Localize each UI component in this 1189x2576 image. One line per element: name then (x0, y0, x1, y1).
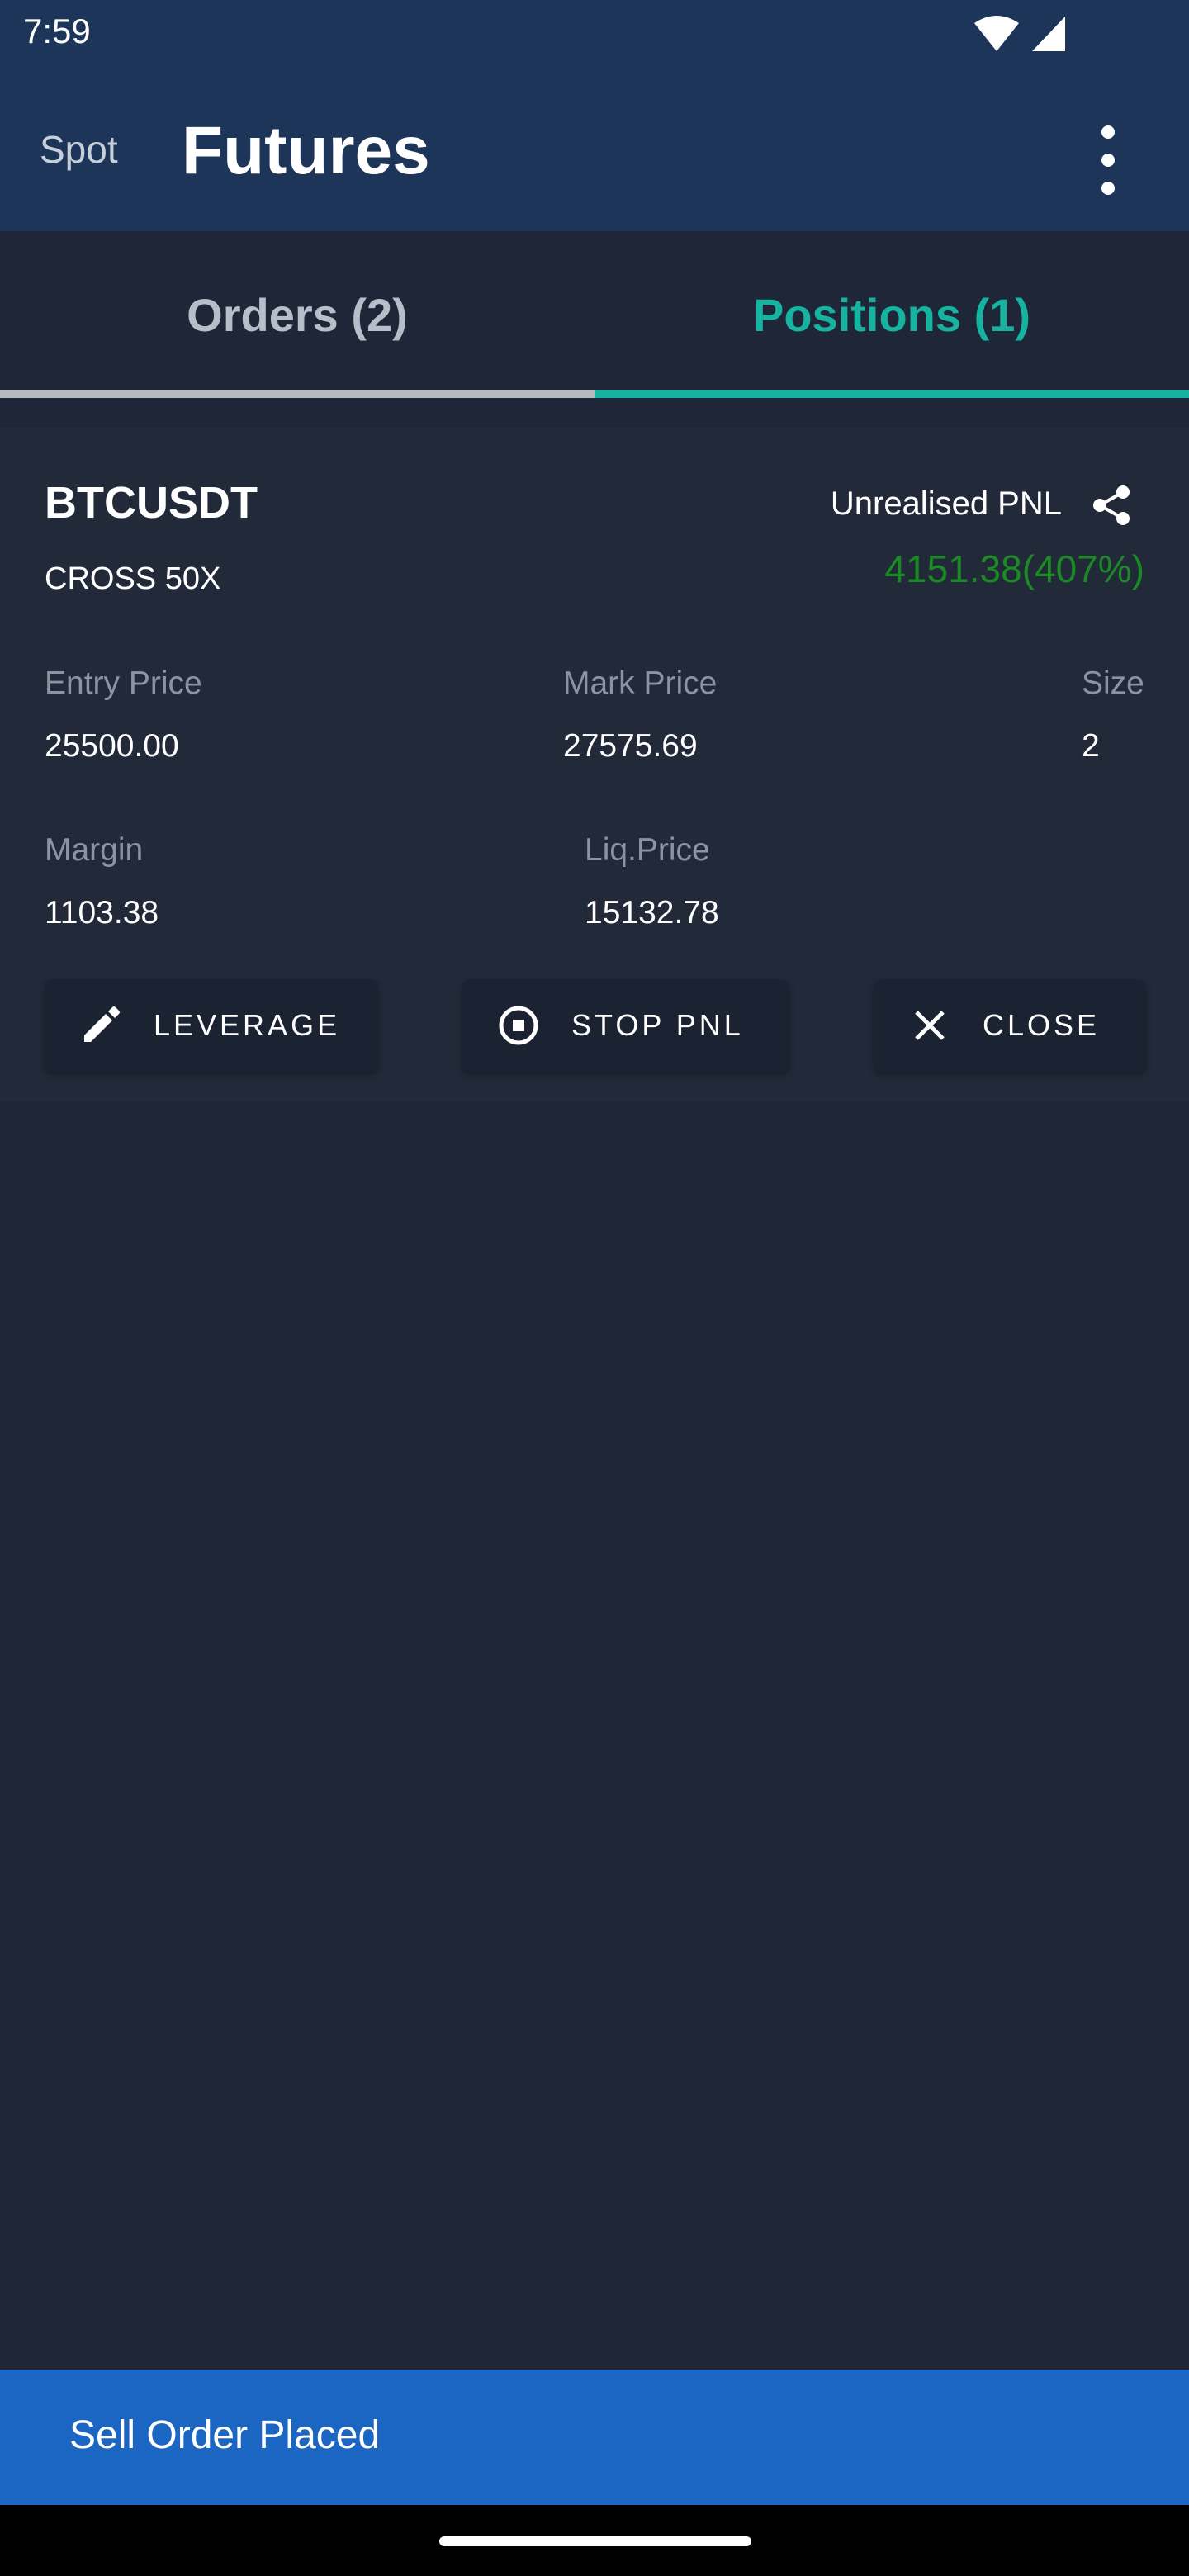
status-bar: 7:59 (0, 0, 1189, 69)
close-label: CLOSE (983, 1008, 1101, 1042)
position-card: BTCUSDT CROSS 50X Unrealised PNL 4151.38… (0, 428, 1189, 1101)
pencil-icon (78, 1002, 124, 1049)
size-value: 2 (1082, 728, 1100, 764)
position-symbol: BTCUSDT (45, 478, 258, 528)
tab-positions-indicator (594, 390, 1189, 398)
mark-price-value: 27575.69 (563, 728, 698, 764)
share-icon[interactable] (1088, 482, 1135, 528)
stop-pnl-label: STOP PNL (571, 1008, 744, 1042)
leverage-label: LEVERAGE (154, 1008, 341, 1042)
margin-label: Margin (45, 832, 144, 868)
wifi-icon (974, 16, 1019, 51)
status-icons (973, 15, 1067, 53)
stop-pnl-button[interactable]: STOP PNL (462, 979, 789, 1072)
tab-orders-indicator (0, 390, 594, 398)
liq-price-value: 15132.78 (585, 895, 719, 930)
status-time: 7:59 (23, 12, 91, 50)
leverage-button[interactable]: LEVERAGE (45, 979, 378, 1072)
spot-link[interactable]: Spot (40, 127, 118, 172)
liq-price-label: Liq.Price (585, 832, 710, 868)
close-icon (907, 1002, 953, 1049)
mark-price-label: Mark Price (563, 665, 718, 701)
app-bar: Spot Futures (0, 69, 1189, 231)
close-button[interactable]: CLOSE (874, 979, 1146, 1072)
more-vert-icon[interactable] (1092, 125, 1125, 195)
page-title: Futures (182, 113, 430, 188)
navigation-bar (0, 2505, 1189, 2576)
home-handle[interactable] (439, 2536, 751, 2546)
pnl-value: 4151.38(407%) (884, 547, 1144, 590)
signal-icon (1032, 17, 1065, 51)
stop-circle-icon (495, 1002, 542, 1049)
snackbar-message: Sell Order Placed (69, 2413, 381, 2457)
margin-value: 1103.38 (45, 895, 159, 930)
entry-price-label: Entry Price (45, 665, 202, 701)
tab-positions[interactable]: Positions (1) (594, 231, 1189, 398)
size-label: Size (1082, 665, 1144, 701)
tab-orders[interactable]: Orders (2) (0, 231, 594, 398)
entry-price-value: 25500.00 (45, 728, 179, 764)
pnl-label: Unrealised PNL (830, 485, 1062, 522)
tab-bar: Orders (2) Positions (1) (0, 231, 1189, 398)
snackbar: Sell Order Placed (0, 2370, 1189, 2505)
position-mode: CROSS 50X (45, 561, 221, 596)
